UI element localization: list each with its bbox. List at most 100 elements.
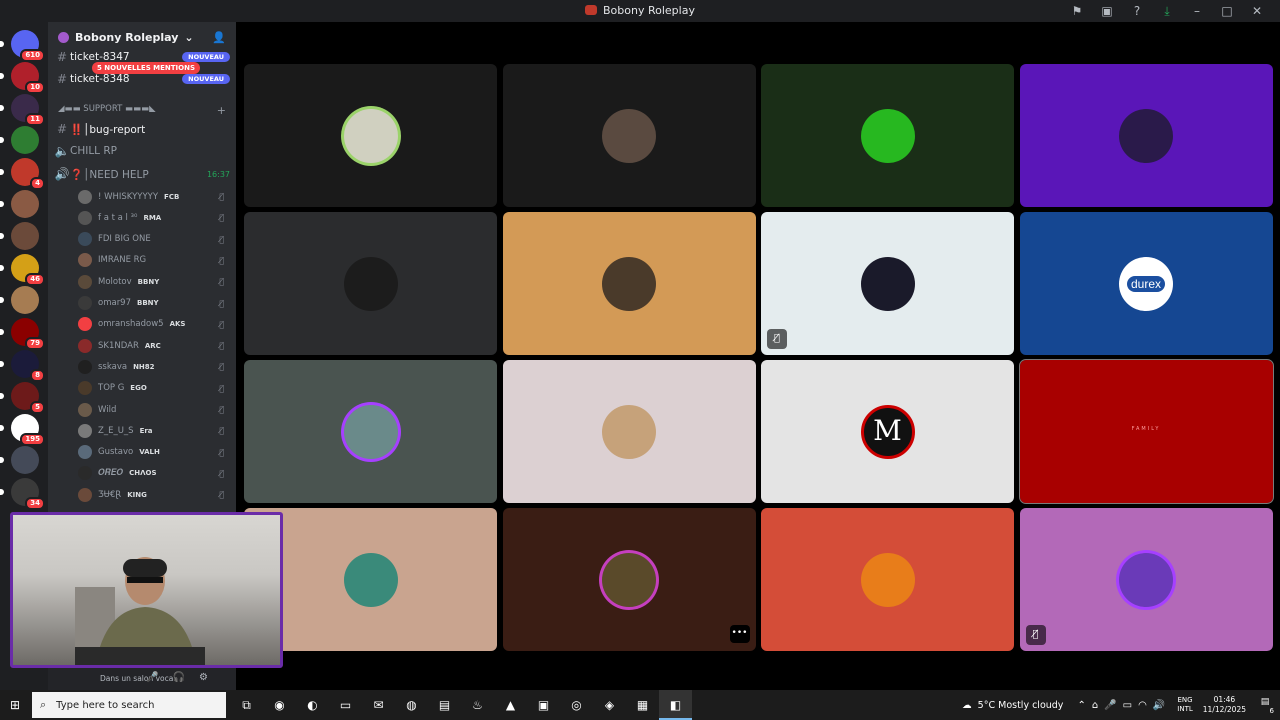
participant-avatar — [1119, 108, 1173, 163]
add-user-icon[interactable]: 👤 — [212, 31, 226, 44]
voice-user[interactable]: ! WHISKYYYYY FCB 🎙̸ — [78, 186, 226, 207]
voice-user[interactable]: Z_E_U_S Era 🎙̸ — [78, 420, 226, 441]
voice-user[interactable]: 𝑶𝑹𝑬𝑶 CHΛOS 🎙̸ — [78, 463, 226, 484]
voice-user[interactable]: Molotov BBNY 🎙̸ — [78, 271, 226, 292]
more-options-icon[interactable]: ••• — [729, 625, 750, 643]
volume-icon[interactable]: 🔊 — [1153, 700, 1171, 711]
voice-user-name: Molotov — [98, 276, 132, 287]
voice-user-name: ! WHISKYYYYY — [98, 191, 159, 202]
flag-icon[interactable]: ⚑ — [1062, 2, 1092, 20]
server-icon[interactable]: 610 — [0, 30, 45, 62]
avatar — [78, 253, 92, 268]
add-channel-icon[interactable]: + — [217, 104, 226, 117]
settings-icon[interactable]: ⚙ — [199, 672, 222, 683]
server-icon[interactable]: 4 — [0, 158, 45, 190]
server-icon[interactable]: 46 — [0, 254, 45, 286]
network-icon[interactable]: ⌂ — [1092, 700, 1104, 711]
participant-tile[interactable]: 🎙̸ — [761, 212, 1014, 355]
server-icon[interactable] — [0, 190, 39, 218]
edge-icon[interactable]: ◐ — [296, 690, 329, 720]
task-view-icon[interactable]: ⧉ — [230, 690, 263, 720]
outlook-icon[interactable]: ✉ — [362, 690, 395, 720]
participant-tile[interactable] — [761, 64, 1014, 207]
window-app-icon[interactable]: ▣ — [527, 690, 560, 720]
chrome-icon[interactable]: ◉ — [263, 690, 296, 720]
voice-user[interactable]: omar97 BBNY 🎙̸ — [78, 293, 226, 314]
channel-need-help[interactable]: 🔊 ❓│NEED HELP 16:37 — [54, 165, 230, 183]
app-icon[interactable]: ▦ — [626, 690, 659, 720]
steam-icon[interactable]: ♨ — [461, 690, 494, 720]
server-icon[interactable]: 79 — [0, 318, 45, 350]
app-a-icon[interactable]: ▲ — [494, 690, 527, 720]
channel-name: ticket-8348 — [70, 73, 130, 85]
voice-user[interactable]: Wild 🎙̸ — [78, 399, 226, 420]
channel-chill-rp[interactable]: 🔈 CHILL RP — [54, 142, 230, 160]
discord-icon[interactable]: ◧ — [659, 690, 692, 720]
participant-tile[interactable]: M — [761, 360, 1014, 503]
battery-icon[interactable]: ▭ — [1123, 700, 1138, 711]
taskbar-search[interactable]: ⌕ Type here to search — [32, 692, 226, 718]
server-icon[interactable]: 34 — [0, 478, 45, 510]
voice-user[interactable]: Gustavo VALH 🎙̸ — [78, 442, 226, 463]
server-icon[interactable]: 195 — [0, 414, 45, 446]
weather-widget[interactable]: ☁ 5°C Mostly cloudy — [962, 700, 1063, 711]
mic-icon[interactable]: 🎤 — [146, 672, 172, 683]
explorer-icon[interactable]: ▭ — [329, 690, 362, 720]
participant-tile[interactable] — [244, 212, 497, 355]
voice-user[interactable]: ƷɄ€Ɽ KING 🎙̸ — [78, 484, 226, 505]
participant-tile[interactable] — [761, 508, 1014, 651]
participant-tile[interactable]: durex — [1019, 212, 1273, 355]
webcam-overlay[interactable] — [10, 512, 283, 668]
voice-user[interactable]: SK1NDAR ARC 🎙̸ — [78, 335, 226, 356]
clan-tag: RMA — [143, 213, 162, 222]
notification-icon[interactable]: ▤ 6 — [1256, 697, 1274, 715]
server-icon[interactable] — [0, 222, 39, 250]
download-icon[interactable]: ⤓ — [1152, 2, 1182, 20]
mic-muted-icon: 🎙̸ — [219, 255, 226, 265]
voice-user[interactable]: TOP G EGO 🎙̸ — [78, 378, 226, 399]
unread-indicator — [0, 233, 4, 239]
minimize-button[interactable]: – — [1182, 2, 1212, 20]
close-button[interactable]: ✕ — [1242, 2, 1272, 20]
clock[interactable]: 01:46 11/12/2025 — [1203, 695, 1246, 715]
server-icon[interactable] — [0, 286, 39, 314]
help-icon[interactable]: ? — [1122, 2, 1152, 20]
obs-icon[interactable]: ◎ — [560, 690, 593, 720]
server-icon[interactable]: 10 — [0, 62, 45, 94]
rockstar-icon[interactable]: ◈ — [593, 690, 626, 720]
channel-ticket-8348[interactable]: # ticket-8348 NOUVEAU — [54, 70, 230, 88]
server-icon[interactable] — [0, 446, 39, 474]
voice-user[interactable]: FDI BIG ONE 🎙̸ — [78, 229, 226, 250]
maximize-button[interactable]: □ — [1212, 2, 1242, 20]
server-icon[interactable]: 11 — [0, 94, 45, 126]
windows-start-icon[interactable]: ⊞ — [0, 698, 30, 712]
participant-tile[interactable]: 🎙̸ — [1019, 508, 1273, 651]
wifi-icon[interactable]: ◠ — [1138, 700, 1153, 711]
participant-tile[interactable] — [502, 212, 756, 355]
notes-icon[interactable]: ▤ — [428, 690, 461, 720]
server-icon[interactable]: 5 — [0, 382, 45, 414]
unread-indicator — [0, 265, 4, 271]
server-icon[interactable]: 8 — [0, 350, 45, 382]
participant-tile[interactable]: FAMILY — [1018, 359, 1274, 504]
headphones-icon[interactable]: 🎧 — [173, 672, 199, 683]
voice-user[interactable]: omranshadow5 AKS 🎙̸ — [78, 314, 226, 335]
participant-tile[interactable] — [244, 360, 497, 503]
participant-tile[interactable] — [244, 64, 497, 207]
participant-tile[interactable] — [502, 360, 756, 503]
server-icon[interactable] — [0, 126, 39, 154]
category-support[interactable]: ◢▬▬ SUPPORT ▬▬▬◣ + — [58, 104, 226, 117]
language-indicator[interactable]: ENG INTL — [1177, 696, 1192, 714]
voice-user[interactable]: f a t a l ³⁰ RMA 🎙̸ — [78, 207, 226, 228]
chevron-up-icon[interactable]: ⌃ — [1077, 700, 1091, 711]
participant-tile[interactable] — [1019, 64, 1273, 207]
participant-tile[interactable]: ••• — [502, 508, 756, 651]
window-icon[interactable]: ▣ — [1092, 2, 1122, 20]
channel-bug-report[interactable]: # ‼️│bug-report — [54, 120, 230, 138]
participant-tile[interactable] — [502, 64, 756, 207]
firefox-icon[interactable]: ◍ — [395, 690, 428, 720]
voice-user[interactable]: sskava NH82 🎙̸ — [78, 356, 226, 377]
unread-indicator — [0, 105, 4, 111]
mic-icon[interactable]: 🎤 — [1104, 700, 1122, 711]
voice-user[interactable]: IMRANE RG 🎙̸ — [78, 250, 226, 271]
